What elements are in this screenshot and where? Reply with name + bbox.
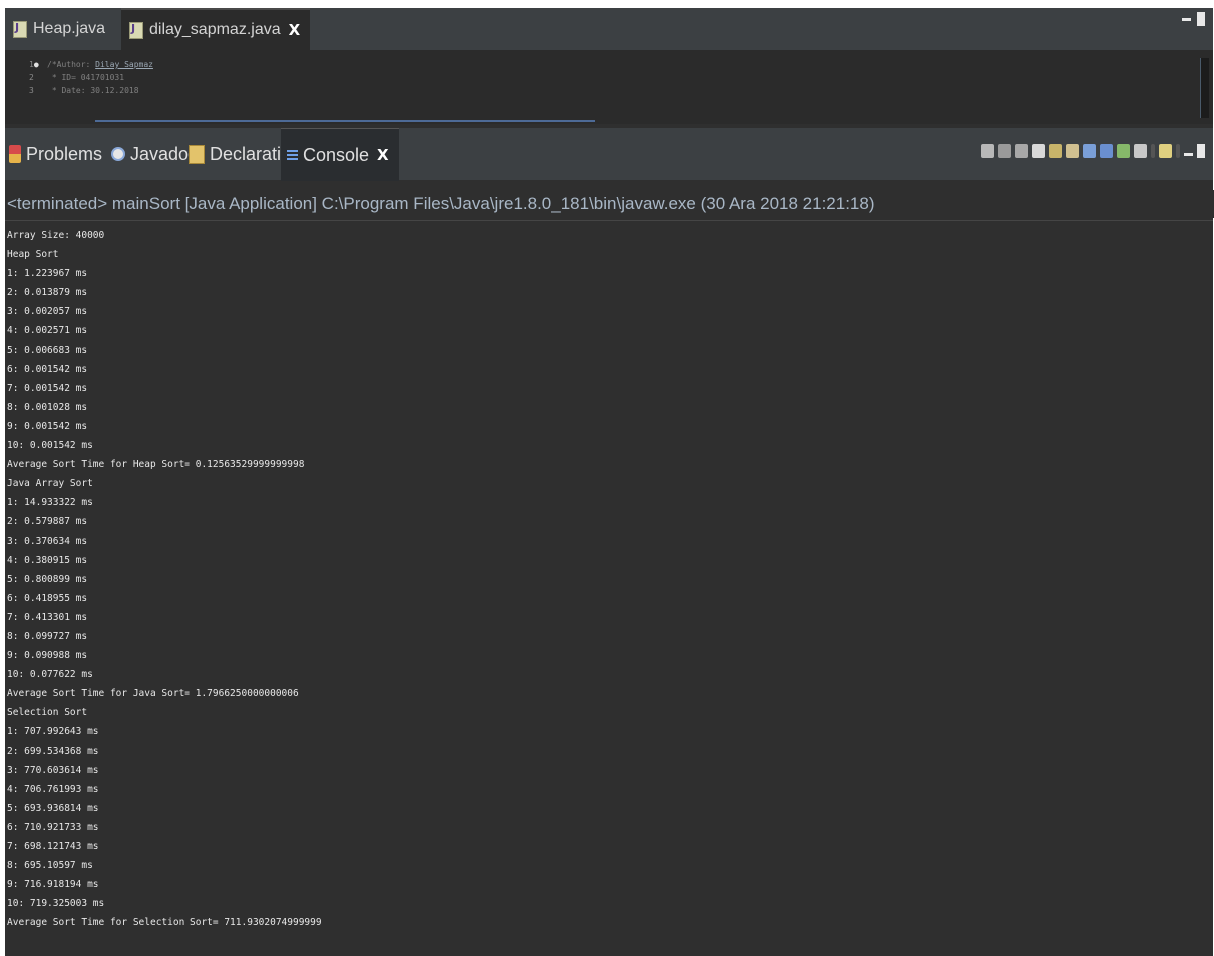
console-output-line: Average Sort Time for Java Sort= 1.79662… — [7, 688, 299, 700]
java-file-icon — [13, 20, 27, 38]
minimize-icon[interactable] — [1184, 152, 1193, 156]
tab-problems[interactable]: Problems — [9, 128, 102, 180]
line-number: 1● — [29, 60, 39, 69]
console-toolbar — [981, 144, 1205, 158]
remove-launch-icon[interactable] — [998, 144, 1011, 158]
console-output-line: 5: 0.006683 ms — [7, 344, 88, 356]
code-line: 2 * ID= 041701031 — [29, 71, 153, 84]
console-output-line: 4: 0.002571 ms — [7, 325, 88, 337]
declaration-icon — [189, 144, 205, 164]
console-output-line: Selection Sort — [7, 707, 88, 719]
window-controls — [1182, 12, 1205, 26]
console-output-line: 6: 0.001542 ms — [7, 363, 88, 375]
console-output-line: 9: 0.090988 ms — [7, 650, 88, 662]
editor-horizontal-scrollbar[interactable] — [95, 120, 595, 122]
code-line: 3 * Date: 30.12.2018 — [29, 84, 153, 97]
open-console-icon[interactable] — [1159, 144, 1172, 158]
code-underlined-text: Dilay Sapmaz — [95, 60, 153, 69]
close-icon[interactable]: X — [377, 146, 389, 164]
tab-label: Problems — [26, 143, 103, 164]
code-editor[interactable]: 1● /*Author: Dilay Sapmaz 2 * ID= 0417010… — [5, 50, 1213, 124]
console-output-line: Java Array Sort — [7, 478, 93, 490]
console-output-line: 3: 0.002057 ms — [7, 306, 88, 318]
close-icon[interactable]: X — [289, 21, 301, 39]
tab-label: dilay_sapmaz.java — [149, 21, 281, 38]
console-output-line: 1: 1.223967 ms — [7, 268, 88, 280]
console-output-line: 7: 0.001542 ms — [7, 382, 88, 394]
show-stdout-icon[interactable] — [1083, 144, 1096, 158]
console-output-line: 3: 770.603614 ms — [7, 764, 99, 776]
code-text: * ID= 041701031 — [47, 73, 125, 82]
console-output-line: 4: 706.761993 ms — [7, 783, 99, 795]
tab-javadoc[interactable]: Javadoc — [111, 128, 197, 180]
console-output-line: 6: 0.418955 ms — [7, 592, 88, 604]
maximize-icon[interactable] — [1197, 144, 1205, 158]
line-number: 2 — [29, 73, 34, 82]
console-output-line: 8: 0.001028 ms — [7, 401, 88, 413]
editor-vertical-scrollbar[interactable] — [1200, 58, 1209, 118]
display-console-icon[interactable] — [1134, 144, 1147, 158]
javadoc-icon — [111, 147, 125, 161]
console-output-line: 7: 0.413301 ms — [7, 611, 88, 623]
eclipse-window: Heap.java dilay_sapmaz.java X 1● /*Author… — [5, 8, 1214, 956]
remove-all-launches-icon[interactable] — [1015, 144, 1028, 158]
maximize-icon[interactable] — [1197, 12, 1205, 26]
console-output-line: 10: 719.325003 ms — [7, 898, 105, 910]
console-output-line: 10: 0.001542 ms — [7, 440, 93, 452]
show-stderr-icon[interactable] — [1100, 144, 1113, 158]
console-output-line: 1: 14.933322 ms — [7, 497, 93, 509]
editor-tab-strip: Heap.java dilay_sapmaz.java X — [5, 8, 1213, 50]
console-output-line: Heap Sort — [7, 249, 59, 261]
console-output-line: Array Size: 40000 — [7, 230, 105, 241]
word-wrap-icon[interactable] — [1066, 144, 1079, 158]
console-output-line: 8: 0.099727 ms — [7, 630, 88, 642]
console-output-line: 5: 0.800899 ms — [7, 573, 88, 585]
java-file-icon — [129, 21, 143, 39]
console-output-line: 9: 716.918194 ms — [7, 879, 99, 891]
console-output-line: 1: 707.992643 ms — [7, 726, 99, 738]
console-output-line: 10: 0.077622 ms — [7, 669, 93, 681]
pin-console-icon[interactable] — [1117, 144, 1130, 158]
console-output-line: 2: 699.534368 ms — [7, 745, 99, 757]
console-icon — [287, 150, 298, 160]
tab-label: Console — [303, 144, 370, 165]
console-output-line: 4: 0.380915 ms — [7, 554, 88, 566]
console-output[interactable]: Array Size: 40000 Heap Sort 1: 1.223967 ms… — [7, 226, 1207, 932]
panel-tab-strip: Problems Javadoc Declaration Console X — [5, 128, 1213, 181]
clear-console-icon[interactable] — [1032, 144, 1045, 158]
view-menu-icon[interactable] — [1176, 144, 1180, 158]
code-lines: 1● /*Author: Dilay Sapmaz 2 * ID= 0417010… — [29, 58, 153, 97]
line-number: 3 — [29, 86, 34, 95]
console-output-line: 2: 0.579887 ms — [7, 516, 88, 528]
console-status-line: <terminated> mainSort [Java Application]… — [5, 190, 1214, 218]
dropdown-separator-icon[interactable] — [1151, 144, 1155, 158]
console-output-line: 9: 0.001542 ms — [7, 420, 88, 432]
minimize-icon[interactable] — [1182, 18, 1191, 21]
divider — [5, 220, 1213, 221]
tab-label: Javadoc — [130, 143, 198, 164]
tab-heap-java[interactable]: Heap.java — [13, 8, 105, 50]
console-output-line: 6: 710.921733 ms — [7, 821, 99, 833]
console-output-line: Average Sort Time for Heap Sort= 0.12563… — [7, 459, 305, 471]
tab-label: Heap.java — [33, 20, 106, 37]
terminate-icon[interactable] — [981, 144, 994, 158]
console-output-line: 3: 0.370634 ms — [7, 535, 88, 547]
code-text: * Date: 30.12.2018 — [47, 86, 139, 95]
code-text: /*Author: — [47, 60, 96, 69]
console-output-line: 2: 0.013879 ms — [7, 287, 88, 299]
problems-icon — [9, 145, 21, 163]
tab-console[interactable]: Console X — [281, 128, 399, 181]
scroll-lock-icon[interactable] — [1049, 144, 1062, 158]
console-output-line: Average Sort Time for Selection Sort= 71… — [7, 917, 322, 929]
tab-dilay-sapmaz-java[interactable]: dilay_sapmaz.java X — [121, 8, 311, 50]
console-output-line: 8: 695.10597 ms — [7, 860, 93, 872]
code-line: 1● /*Author: Dilay Sapmaz — [29, 58, 153, 71]
console-output-line: 5: 693.936814 ms — [7, 802, 99, 814]
console-output-line: 7: 698.121743 ms — [7, 841, 99, 852]
